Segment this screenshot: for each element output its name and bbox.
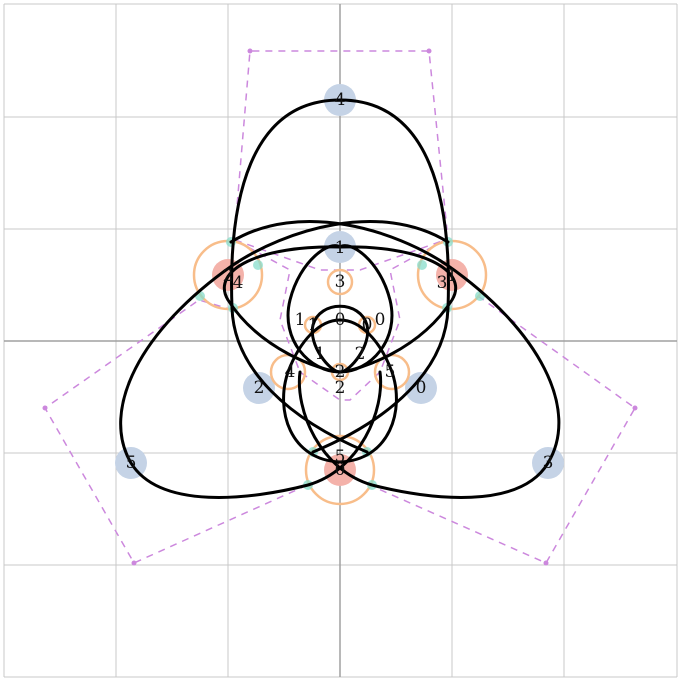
label-outer-left: 5 <box>126 453 137 473</box>
knot-diagram: 4 5 3 1 2 0 5 0 2 4 3 1 3 1 0 0 1 2 2 4 … <box>0 0 681 682</box>
label-center-inner-left: 1 <box>315 344 326 364</box>
label-center-mid-top: 0 <box>335 310 346 330</box>
label-left-cusp-index: 4 <box>233 273 244 293</box>
label-center-inner-right: 2 <box>355 344 366 364</box>
label-outer-right: 3 <box>543 453 554 473</box>
label-center-top: 3 <box>335 272 346 292</box>
label-small-top: 0 <box>362 315 373 335</box>
label-outer-top: 4 <box>335 90 346 110</box>
label-ring-left: 4 <box>285 362 296 382</box>
label-inner-top: 1 <box>335 238 346 258</box>
label-inner-right: 0 <box>416 378 427 398</box>
label-ring-right: 5 <box>385 362 396 382</box>
label-inner-left: 2 <box>254 378 265 398</box>
label-center-mid-left: 1 <box>295 310 306 330</box>
label-center-mid-right: 0 <box>375 310 386 330</box>
label-right-cusp-index: 1 <box>447 266 458 286</box>
label-bottom-cusp-index: 0 <box>335 460 346 480</box>
label-small-left: 1 <box>308 315 319 335</box>
label-small-bottom: 2 <box>335 362 346 382</box>
